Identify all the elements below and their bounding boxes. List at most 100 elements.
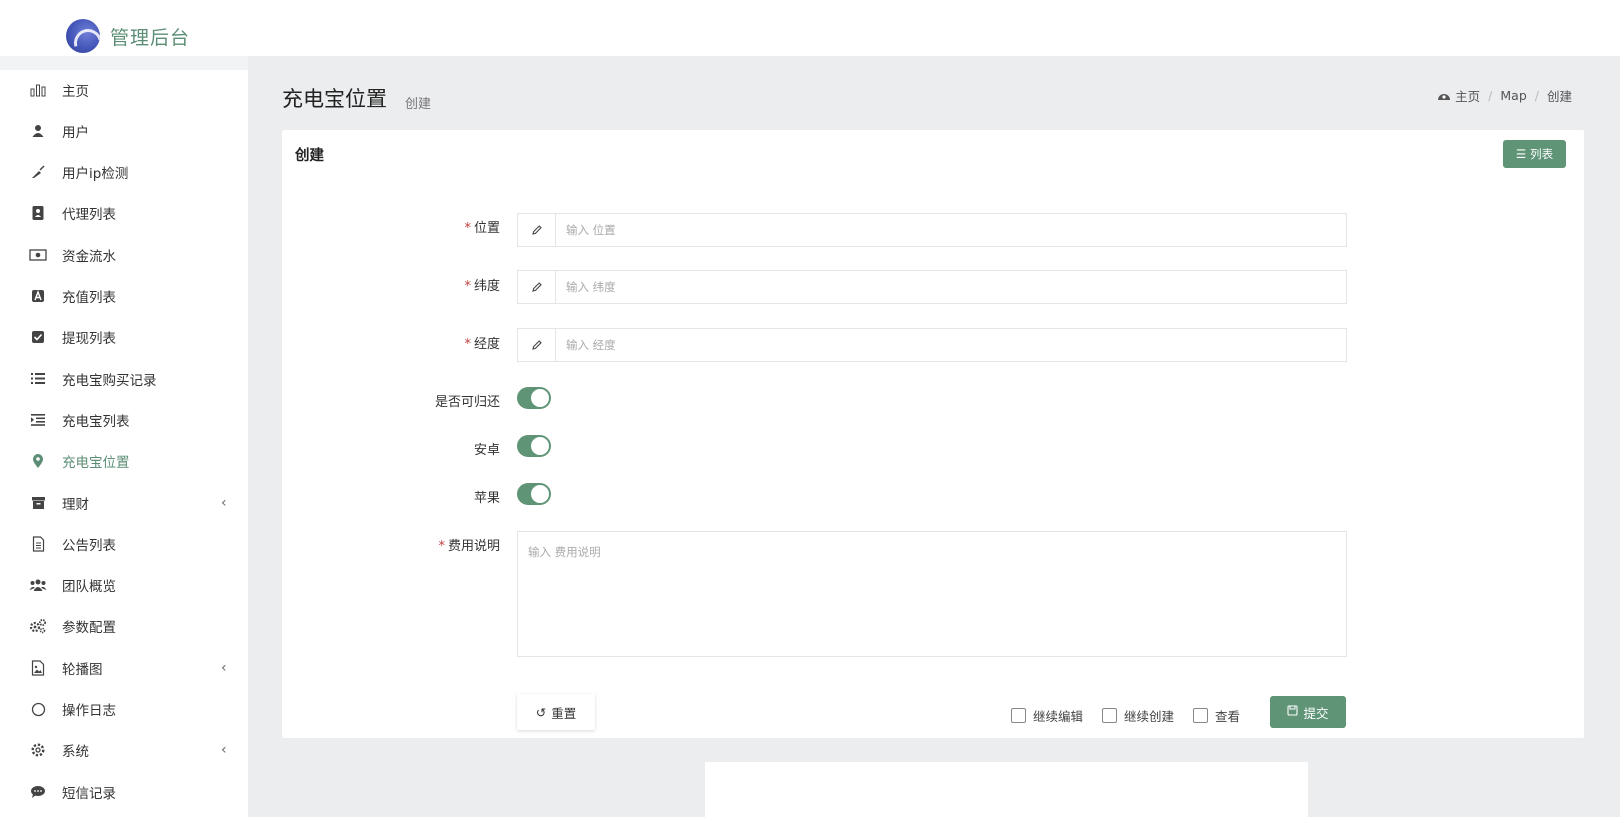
breadcrumb-home[interactable]: 主页 <box>1455 86 1480 105</box>
breadcrumb-separator: / <box>1534 88 1539 103</box>
sidebar: 主页用户用户ip检测 代理列表资金流水充值列表提现列表充电宝购买记录 充电宝列表充电… <box>0 70 248 817</box>
check-square-icon <box>29 328 47 346</box>
bar-chart-icon <box>29 81 47 99</box>
top-header: 管理后台 <box>0 0 1620 56</box>
breadcrumb: 主页 / Map / 创建 <box>1437 86 1572 105</box>
latitude-input[interactable] <box>556 271 1346 303</box>
pencil-icon <box>518 214 556 246</box>
submit-button[interactable]: 提交 <box>1270 696 1346 728</box>
sidebar-item-2[interactable]: 用户ip检测 <box>0 152 248 193</box>
chat-icon <box>29 783 47 801</box>
sidebar-item-label: 公告列表 <box>62 537 116 554</box>
money-icon <box>29 246 47 264</box>
app-title: 管理后台 <box>110 26 191 49</box>
sidebar-item-11[interactable]: 公告列表 <box>0 523 248 564</box>
sidebar-item-17[interactable]: 短信记录 <box>0 771 248 812</box>
app-logo <box>66 19 100 53</box>
list-button[interactable]: ☰ 列表 <box>1503 140 1566 168</box>
apple-label: 苹果 <box>473 491 500 506</box>
bottom-panel <box>705 762 1308 817</box>
sidebar-item-label: 系统 <box>62 744 89 761</box>
gear-icon <box>29 741 47 759</box>
page-subtitle: 创建 <box>405 97 432 112</box>
image-icon <box>29 659 47 677</box>
sidebar-item-9[interactable]: 充电宝位置 <box>0 441 248 482</box>
contact-book-icon <box>29 204 47 222</box>
location-field <box>517 213 1347 247</box>
returnable-label: 是否可归还 <box>434 395 500 410</box>
sidebar-item-1[interactable]: 用户 <box>0 110 248 151</box>
sidebar-item-label: 操作日志 <box>62 703 116 719</box>
letter-a-icon <box>29 287 47 305</box>
sidebar-item-label: 短信记录 <box>62 785 116 802</box>
circle-icon <box>29 700 47 718</box>
chevron-left-icon: ‹ <box>221 494 227 511</box>
chevron-left-icon: ‹ <box>221 659 227 676</box>
map-pin-icon <box>29 452 47 470</box>
sidebar-item-label: 主页 <box>62 83 89 100</box>
sidebar-item-12[interactable]: 团队概览 <box>0 565 248 606</box>
returnable-toggle[interactable] <box>517 387 551 409</box>
pencil-icon <box>518 329 556 361</box>
list-button-label: 列表 <box>1530 149 1554 161</box>
indent-list-icon <box>29 411 47 429</box>
reset-button[interactable]: ↺ 重置 <box>517 694 595 730</box>
sidebar-item-4[interactable]: 资金流水 <box>0 234 248 275</box>
cogs-icon <box>29 617 47 635</box>
pencil-icon <box>518 271 556 303</box>
breadcrumb-separator: / <box>1488 88 1493 103</box>
continue-edit-checkbox[interactable]: 继续编辑 <box>1011 706 1083 725</box>
brand[interactable]: 管理后台 <box>66 17 190 55</box>
card-title: 创建 <box>295 148 324 164</box>
sidebar-item-16[interactable]: 系统 ‹ <box>0 730 248 771</box>
sidebar-item-label: 轮播图 <box>62 661 103 678</box>
document-icon <box>29 535 47 553</box>
page-title: 充电宝位置 <box>282 87 387 111</box>
sidebar-item-7[interactable]: 充电宝购买记录 <box>0 358 248 399</box>
sidebar-item-label: 提现列表 <box>62 331 116 348</box>
longitude-field <box>517 328 1347 362</box>
latitude-label: * 纬度 <box>464 279 500 294</box>
list-icon: ☰ <box>1515 149 1527 161</box>
sidebar-item-label: 参数配置 <box>62 620 116 637</box>
sidebar-item-label: 团队概览 <box>62 579 116 596</box>
users-icon <box>29 576 47 594</box>
fee-desc-textarea[interactable] <box>517 531 1347 657</box>
location-input[interactable] <box>556 214 1346 246</box>
sidebar-item-label: 充电宝购买记录 <box>62 372 157 389</box>
sidebar-item-label: 理财 <box>62 496 89 513</box>
user-icon <box>29 122 47 140</box>
sidebar-item-14[interactable]: 轮播图 ‹ <box>0 647 248 688</box>
sidebar-item-15[interactable]: 操作日志 <box>0 689 248 730</box>
sidebar-item-label: 充电宝位置 <box>62 455 130 472</box>
sidebar-item-label: 用户 <box>62 124 89 141</box>
sidebar-item-label: 充值列表 <box>62 290 116 306</box>
longitude-label: * 经度 <box>464 337 500 352</box>
breadcrumb-map[interactable]: Map <box>1500 88 1526 103</box>
android-label: 安卓 <box>473 443 500 458</box>
sidebar-item-8[interactable]: 充电宝列表 <box>0 399 248 440</box>
longitude-input[interactable] <box>556 329 1346 361</box>
breadcrumb-current: 创建 <box>1546 89 1572 104</box>
archive-icon <box>29 494 47 512</box>
list-icon <box>29 370 47 388</box>
location-label: * 位置 <box>464 221 500 236</box>
sidebar-item-3[interactable]: 代理列表 <box>0 193 248 234</box>
apple-toggle[interactable] <box>517 483 551 505</box>
sidebar-item-label: 代理列表 <box>62 207 116 224</box>
sidebar-item-label: 用户ip检测 <box>62 166 129 183</box>
view-checkbox[interactable]: 查看 <box>1193 706 1240 725</box>
sidebar-item-0[interactable]: 主页 <box>0 69 248 110</box>
sidebar-item-5[interactable]: 充值列表 <box>0 276 248 317</box>
sidebar-item-13[interactable]: 参数配置 <box>0 606 248 647</box>
dashboard-icon <box>1438 94 1451 100</box>
android-toggle[interactable] <box>517 435 551 457</box>
sidebar-item-10[interactable]: 理财 ‹ <box>0 482 248 523</box>
continue-create-checkbox[interactable]: 继续创建 <box>1102 706 1174 725</box>
sidebar-item-6[interactable]: 提现列表 <box>0 317 248 358</box>
broom-icon <box>29 163 47 181</box>
sidebar-item-label: 充电宝列表 <box>62 413 130 430</box>
save-icon <box>1287 705 1299 719</box>
chevron-left-icon: ‹ <box>221 742 227 759</box>
latitude-field <box>517 270 1347 304</box>
